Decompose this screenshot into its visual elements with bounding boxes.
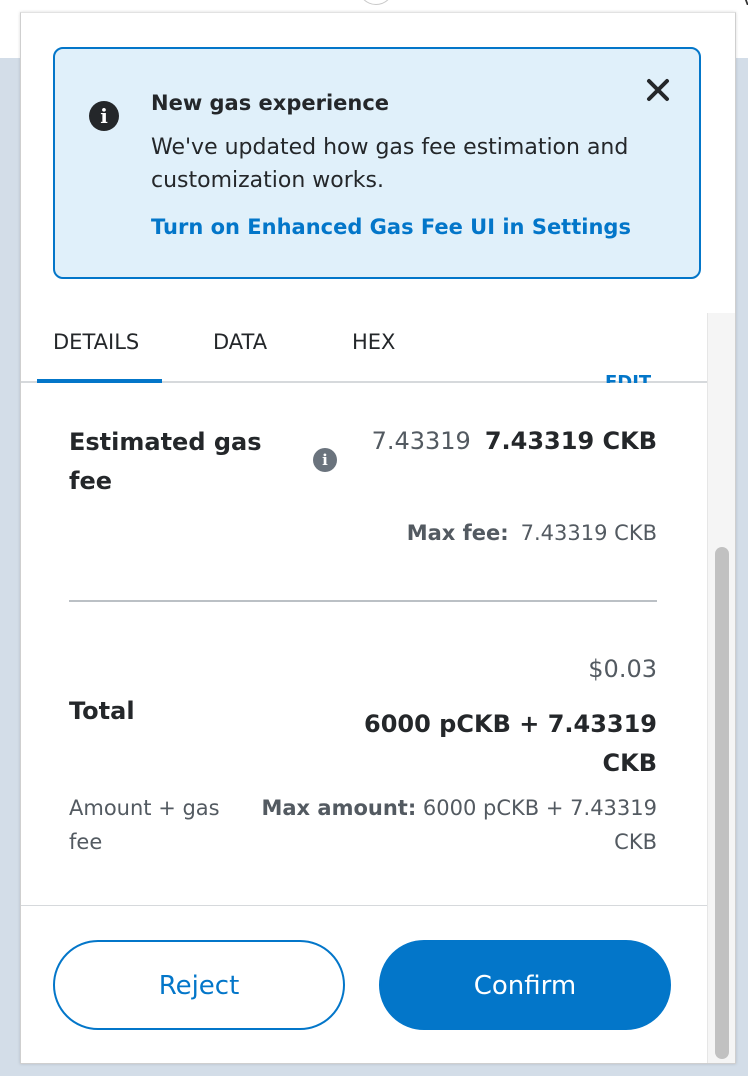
gas-fee-secondary: 7.43319 — [371, 427, 471, 455]
total-value: 6000 pCKB + 7.43319 CKB — [364, 710, 657, 777]
edit-link[interactable]: EDIT — [605, 369, 651, 383]
max-fee-row: Max fee: 7.43319 CKB — [407, 521, 657, 545]
max-amount-value: 6000 pCKB + 7.43319 CKB — [422, 796, 657, 854]
scrollbar-thumb[interactable] — [715, 547, 729, 1059]
gas-experience-notice: i New gas experience We've updated how g… — [53, 47, 701, 279]
confirm-transaction-popup: i New gas experience We've updated how g… — [20, 12, 736, 1064]
close-icon[interactable] — [643, 75, 673, 105]
account-avatar-fragment — [358, 0, 394, 5]
amount-plus-gas-label: Amount + gas fee — [69, 796, 220, 854]
gas-fee-values: 7.43319 7.43319 CKB — [372, 427, 657, 455]
gas-fee-info-icon[interactable]: i — [313, 448, 337, 472]
max-fee-label: Max fee: — [406, 521, 509, 545]
gas-fee-primary: 7.43319 CKB — [484, 427, 657, 455]
scrollbar[interactable] — [707, 313, 735, 1063]
confirm-button[interactable]: Confirm — [379, 940, 671, 1030]
chevron-fragment-icon: v — [742, 0, 748, 10]
max-amount-label: Max amount: — [261, 796, 417, 820]
estimated-gas-fee-label: Estimated gas fee — [69, 428, 262, 495]
section-divider — [69, 600, 657, 602]
notice-body: We've updated how gas fee estimation and… — [151, 135, 629, 193]
enhanced-gas-settings-link[interactable]: Turn on Enhanced Gas Fee UI in Settings — [151, 215, 631, 239]
tab-details[interactable]: DETAILS — [53, 330, 139, 354]
info-icon: i — [89, 101, 119, 131]
action-footer: Reject Confirm — [21, 905, 707, 1063]
reject-button[interactable]: Reject — [53, 940, 345, 1030]
tab-data[interactable]: DATA — [213, 330, 267, 354]
notice-title: New gas experience — [151, 91, 390, 115]
active-tab-indicator — [37, 379, 162, 383]
tab-hex[interactable]: HEX — [352, 330, 395, 354]
max-amount-row: Max amount: 6000 pCKB + 7.43319 CKB — [237, 791, 657, 859]
max-fee-value: 7.43319 CKB — [520, 521, 657, 545]
total-fiat-value: $0.03 — [588, 655, 657, 683]
total-label: Total — [69, 697, 135, 725]
